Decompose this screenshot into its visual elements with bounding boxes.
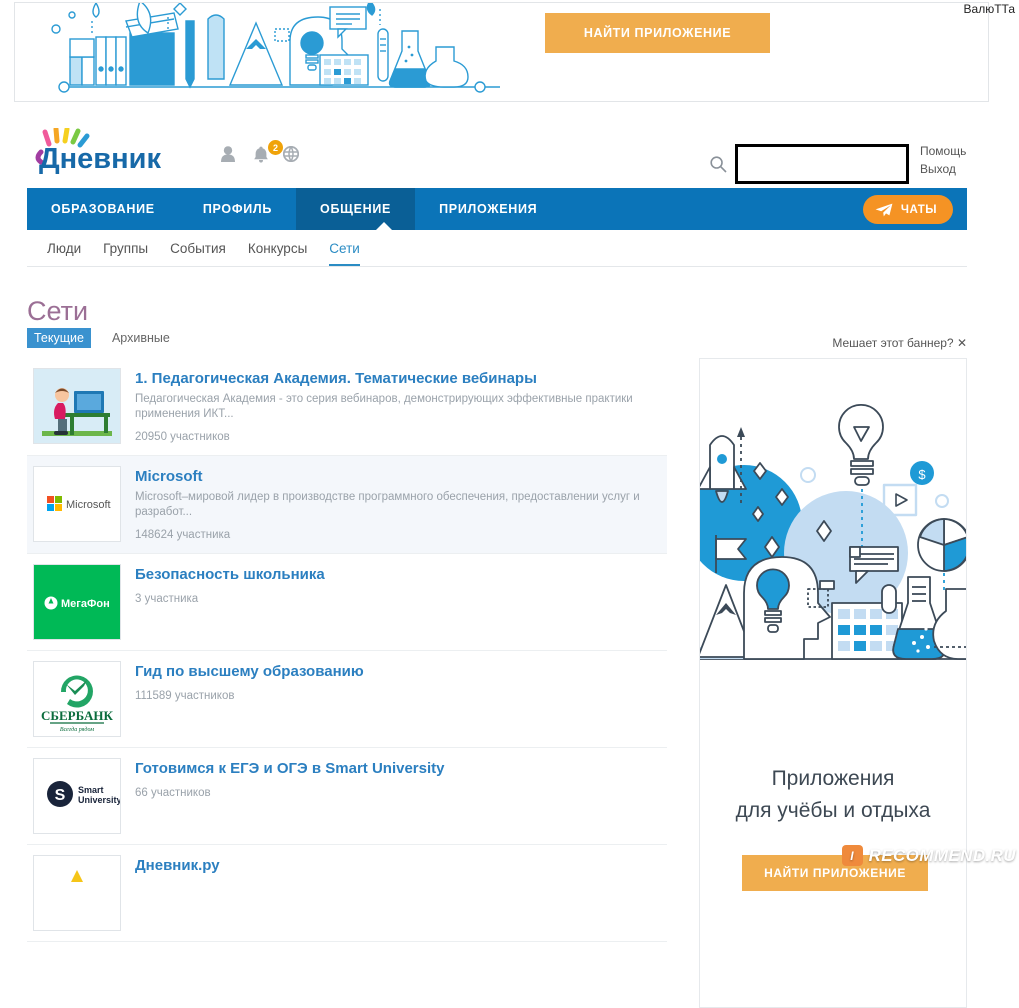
close-icon[interactable]: ✕ <box>957 336 967 350</box>
sberbank-logo: СБЕРБАНК Всегда рядом <box>33 661 121 737</box>
dnevnik-ru-logo <box>33 855 121 931</box>
recommend-badge-icon: I <box>841 845 863 866</box>
pedagog-academy-logo <box>33 368 121 444</box>
recommend-watermark: I RECOMMEND.RU <box>841 845 1016 866</box>
megafon-logo: МегаФон <box>33 564 121 640</box>
side-banner-column: Мешает этот баннер? ✕ $ Приложения для у… <box>699 120 967 1008</box>
network-title[interactable]: Дневник.ру <box>135 857 667 875</box>
smart-university-logo: S Smart University <box>33 758 121 834</box>
microsoft-logo: Microsoft <box>33 466 121 542</box>
filter-archived[interactable]: Архивные <box>105 328 177 348</box>
network-row[interactable]: МегаФон Безопасность школьника 3 участни… <box>27 554 667 651</box>
notification-badge: 2 <box>267 139 284 156</box>
network-row[interactable]: Microsoft Microsoft Microsoft–мировой ли… <box>27 456 667 554</box>
subnav-item-people[interactable]: Люди <box>47 241 81 266</box>
nav-item-education[interactable]: ОБРАЗОВАНИЕ <box>27 188 179 230</box>
nav-item-profile[interactable]: ПРОФИЛЬ <box>179 188 296 230</box>
svg-text:Smart: Smart <box>78 785 104 795</box>
uploader-watermark: ВалюТТа <box>963 2 1015 16</box>
recommend-watermark-label: RECOMMEND.RU <box>868 845 1016 865</box>
network-info: 1. Педагогическая Академия. Тематические… <box>135 368 667 445</box>
side-banner-headline-line1: Приложения <box>771 767 895 790</box>
filter-current[interactable]: Текущие <box>27 328 91 348</box>
side-advertising-banner[interactable]: $ Приложения для учёбы и отдыха НАЙТИ ПР… <box>699 358 967 1008</box>
side-banner-headline-line2: для учёбы и отдыха <box>735 799 931 822</box>
nav-item-communication[interactable]: ОБЩЕНИЕ <box>296 188 416 230</box>
subnav-item-contests[interactable]: Конкурсы <box>248 241 307 266</box>
top-banner-cta-button[interactable]: НАЙТИ ПРИЛОЖЕНИЕ <box>545 13 770 53</box>
svg-text:$: $ <box>918 467 926 482</box>
svg-text:Microsoft: Microsoft <box>66 499 111 511</box>
network-member-count: 66 участников <box>135 787 211 799</box>
subnav-item-groups[interactable]: Группы <box>103 241 148 266</box>
side-banner-headline: Приложения для учёбы и отдыха <box>700 763 966 827</box>
network-title[interactable]: Безопасность школьника <box>135 566 667 584</box>
svg-text:University: University <box>78 795 120 805</box>
banner-dismiss-row[interactable]: Мешает этот баннер? ✕ <box>699 120 967 350</box>
network-info: Гид по высшему образованию 111589 участн… <box>135 661 667 737</box>
top-advertising-banner[interactable]: НАЙТИ ПРИЛОЖЕНИЕ <box>14 2 989 102</box>
network-info: Microsoft Microsoft–мировой лидер в прои… <box>135 466 667 543</box>
network-title[interactable]: Microsoft <box>135 468 667 486</box>
svg-text:Дневник: Дневник <box>39 143 161 174</box>
network-info: Безопасность школьника 3 участника <box>135 564 667 640</box>
active-tab-pointer <box>375 222 393 231</box>
network-title[interactable]: Готовимся к ЕГЭ и ОГЭ в Smart University <box>135 760 667 778</box>
filter-row: Текущие Архивные <box>27 328 177 348</box>
svg-text:СБЕРБАНК: СБЕРБАНК <box>41 708 114 723</box>
svg-text:МегаФон: МегаФон <box>61 598 110 610</box>
network-info: Готовимся к ЕГЭ и ОГЭ в Smart University… <box>135 758 667 834</box>
globe-icon[interactable] <box>283 146 299 162</box>
svg-text:S: S <box>55 787 66 804</box>
svg-text:Всегда рядом: Всегда рядом <box>60 726 94 733</box>
banner-dismiss-label[interactable]: Мешает этот баннер? <box>832 336 953 350</box>
subnav-item-networks[interactable]: Сети <box>329 241 360 266</box>
network-info: Дневник.ру <box>135 855 667 931</box>
network-row[interactable]: S Smart University Готовимся к ЕГЭ и ОГЭ… <box>27 748 667 845</box>
network-member-count: 20950 участников <box>135 431 230 443</box>
subnav-item-events[interactable]: События <box>170 241 226 266</box>
network-member-count: 3 участника <box>135 593 199 605</box>
network-title[interactable]: Гид по высшему образованию <box>135 663 667 681</box>
site-frame: Дневник 2 Помощь Выход ОБРАЗОВАНИЕ ПРОФИ… <box>27 120 967 1008</box>
network-description: Педагогическая Академия - это серия веби… <box>135 393 633 420</box>
network-row[interactable]: Дневник.ру <box>27 845 667 942</box>
network-member-count: 111589 участников <box>135 690 235 702</box>
network-description: Microsoft–мировой лидер в производстве п… <box>135 491 640 518</box>
networks-list: 1. Педагогическая Академия. Тематические… <box>27 358 667 942</box>
dnevnik-logo[interactable]: Дневник <box>27 128 187 174</box>
network-member-count: 148624 участника <box>135 529 231 541</box>
nav-item-applications[interactable]: ПРИЛОЖЕНИЯ <box>415 188 561 230</box>
page-title: Сети <box>27 296 89 327</box>
network-row[interactable]: 1. Педагогическая Академия. Тематические… <box>27 358 667 456</box>
network-title[interactable]: 1. Педагогическая Академия. Тематические… <box>135 370 667 388</box>
education-illustration <box>51 3 500 93</box>
apps-illustration: $ <box>700 404 966 660</box>
network-row[interactable]: СБЕРБАНК Всегда рядом Гид по высшему обр… <box>27 651 667 748</box>
profile-icon[interactable] <box>221 146 235 162</box>
